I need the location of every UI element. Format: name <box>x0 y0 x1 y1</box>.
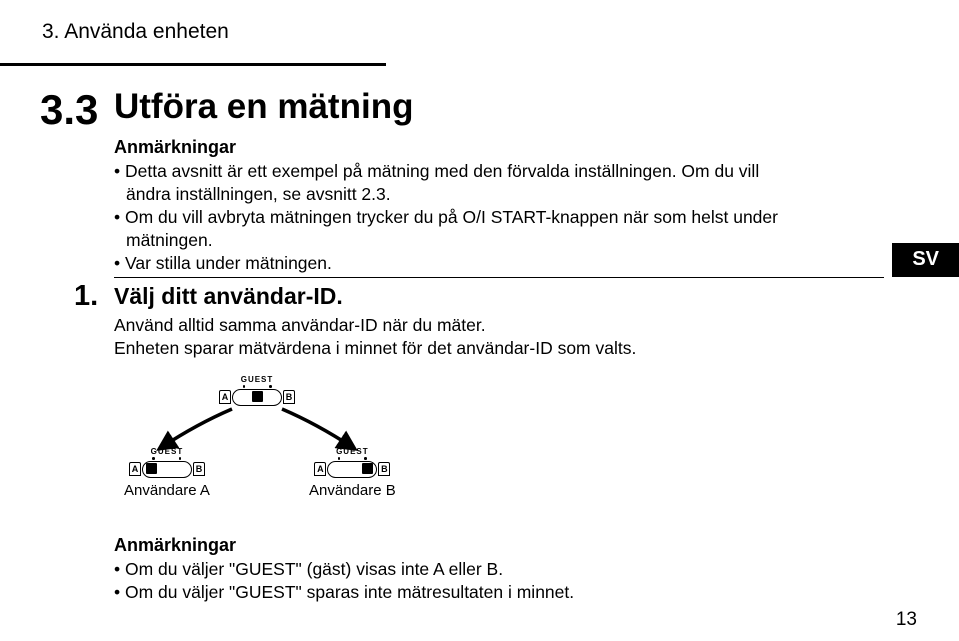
user-b-caption: Användare B <box>309 482 396 499</box>
label-a: A <box>314 462 326 476</box>
arrow-arcs <box>142 379 372 459</box>
step-number: 1. <box>74 280 98 313</box>
note-item: • Var stilla under mätningen. <box>114 252 804 275</box>
user-a-caption: Användare A <box>124 482 210 499</box>
step-title: Välj ditt användar-ID. <box>114 283 343 310</box>
notes-list: • Om du väljer "GUEST" (gäst) visas inte… <box>114 558 804 604</box>
chapter-title: 3. Använda enheten <box>42 20 229 44</box>
note-item: • Om du väljer "GUEST" sparas inte mätre… <box>114 581 804 604</box>
section-number: 3.3 <box>40 86 98 134</box>
note-item: • Om du vill avbryta mätningen trycker d… <box>114 206 804 252</box>
note-item: • Om du väljer "GUEST" (gäst) visas inte… <box>114 558 804 581</box>
label-b: B <box>378 462 390 476</box>
switch-diagram: GUEST A B GUEST A B Användare A GUEST A … <box>114 375 424 515</box>
step-body: Använd alltid samma användar-ID när du m… <box>114 314 804 360</box>
notes-list: • Detta avsnitt är ett exempel på mätnin… <box>114 160 804 275</box>
note-item: • Detta avsnitt är ett exempel på mätnin… <box>114 160 804 206</box>
step-line: Använd alltid samma användar-ID när du m… <box>114 315 486 335</box>
notes-heading: Anmärkningar <box>114 535 236 556</box>
label-b: B <box>193 462 205 476</box>
slider-switch: A B <box>129 461 205 478</box>
divider <box>114 277 884 278</box>
language-tab: SV <box>892 243 959 277</box>
step-line: Enheten sparar mätvärdena i minnet för d… <box>114 338 636 358</box>
section-title: Utföra en mätning <box>114 87 413 127</box>
slider-switch: A B <box>314 461 390 478</box>
page-number: 13 <box>896 609 917 631</box>
notes-heading: Anmärkningar <box>114 137 236 158</box>
label-a: A <box>129 462 141 476</box>
